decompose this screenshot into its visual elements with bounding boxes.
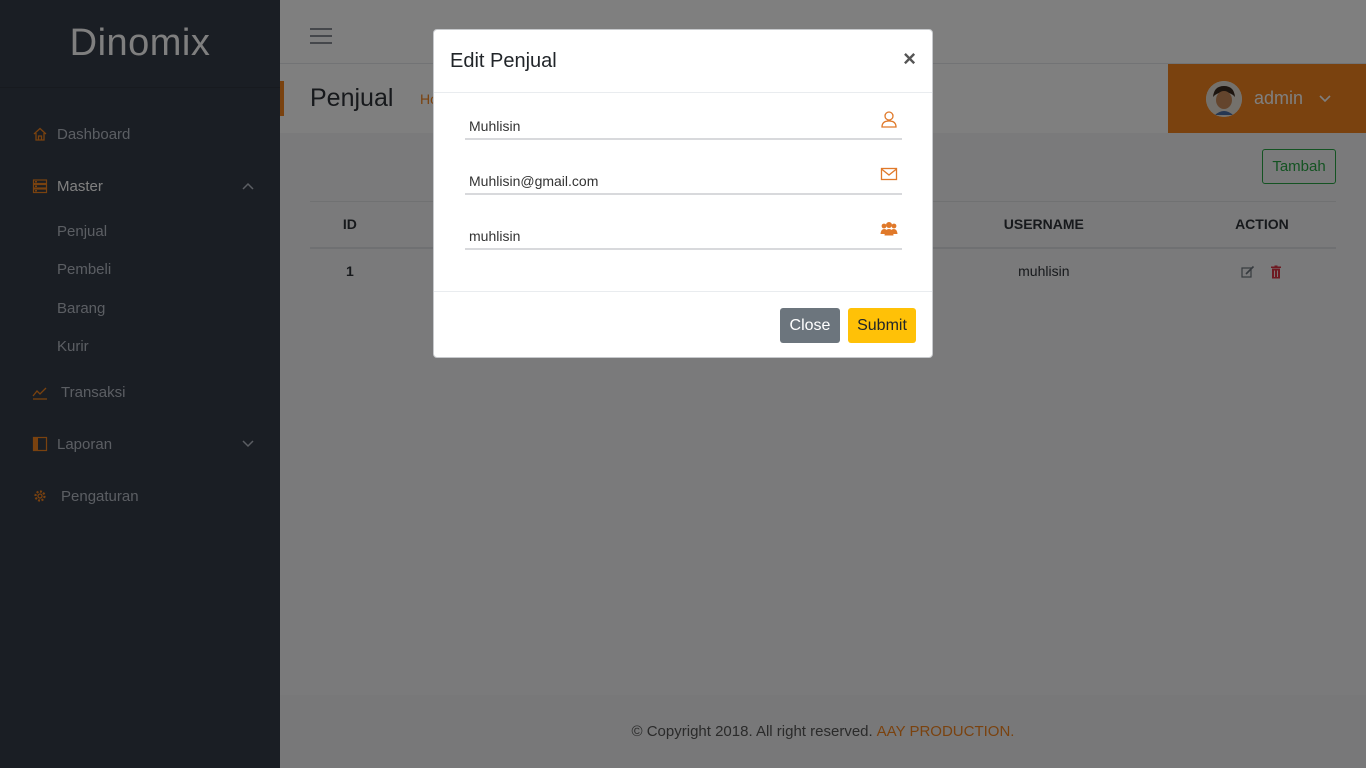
email-field <box>465 165 902 195</box>
modal-footer: Close Submit <box>434 291 932 358</box>
envelope-icon <box>880 167 898 181</box>
modal-title: Edit Penjual <box>450 50 557 72</box>
user-icon <box>881 111 897 128</box>
modal-body <box>434 93 932 291</box>
name-input[interactable] <box>465 110 865 138</box>
close-button[interactable]: Close <box>780 308 840 343</box>
username-input[interactable] <box>465 220 865 248</box>
email-input[interactable] <box>465 165 865 193</box>
modal-header: Edit Penjual × <box>434 30 932 93</box>
submit-button[interactable]: Submit <box>848 308 916 343</box>
username-field <box>465 220 902 250</box>
users-icon <box>880 222 898 236</box>
close-icon[interactable]: × <box>903 48 916 70</box>
name-field <box>465 110 902 140</box>
edit-penjual-modal: Edit Penjual × Close Submit <box>433 29 933 358</box>
